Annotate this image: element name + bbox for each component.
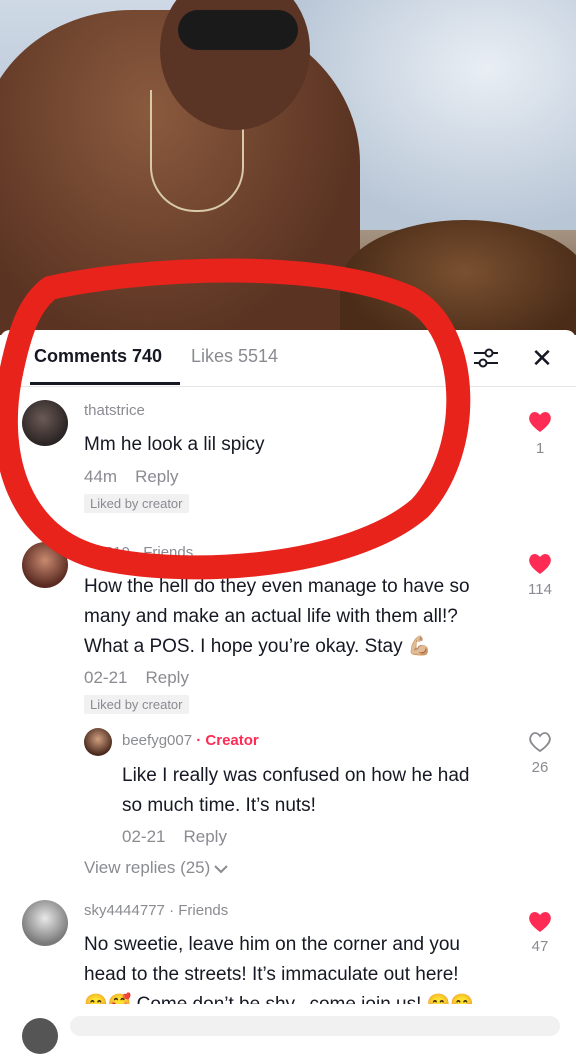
reply-time: 02-21 — [122, 827, 166, 846]
comment-username[interactable]: thatstrice — [84, 402, 145, 419]
comment-text-line: How the hell do they even manage to have… — [84, 576, 470, 597]
avatar[interactable] — [22, 542, 68, 588]
comments-sheet: Comments 740 Likes 5514 ✕ thatstrice Mm … — [0, 330, 576, 1024]
friends-label: · Friends — [134, 544, 194, 561]
reply-button[interactable]: Reply — [183, 827, 226, 846]
comment-text-line: No sweetie, leave him on the corner and … — [84, 934, 460, 955]
comment-text: Mm he look a lil spicy — [84, 434, 265, 455]
liked-by-creator-badge: Liked by creator — [84, 695, 189, 714]
like-count: 47 — [531, 938, 549, 955]
video-frame — [0, 0, 576, 335]
tab-bar: Comments 740 Likes 5514 ✕ — [0, 330, 576, 387]
comment-meta: 02-21 Reply — [84, 668, 189, 688]
view-replies-label: View replies (25) — [84, 858, 211, 877]
like-count: 26 — [531, 759, 549, 776]
friends-label: · Friends — [169, 902, 229, 919]
avatar[interactable] — [22, 900, 68, 946]
comment-input[interactable] — [70, 1016, 560, 1036]
reply-button[interactable]: Reply — [135, 467, 178, 486]
username-partial: ...0310 — [84, 544, 130, 561]
filter-icon[interactable] — [472, 346, 500, 370]
tab-indicator — [30, 382, 180, 385]
heart-icon[interactable] — [527, 552, 553, 576]
reply-button[interactable]: Reply — [145, 668, 188, 687]
reply-text-line: so much time. It’s nuts! — [122, 795, 316, 816]
tab-comments[interactable]: Comments 740 — [34, 346, 162, 367]
heart-icon[interactable] — [527, 410, 553, 434]
reply-text-line: Like I really was confused on how he had — [122, 765, 470, 786]
avatar[interactable] — [22, 400, 68, 446]
comment-username[interactable]: ...0310 · Friends — [84, 544, 193, 561]
like-count: 1 — [535, 440, 545, 457]
reply-username[interactable]: beefyg007 · Creator — [122, 732, 259, 749]
comment-text-line: many and make an actual life with them a… — [84, 606, 458, 627]
close-icon[interactable]: ✕ — [530, 344, 554, 372]
comment-text-line: head to the streets! It’s immaculate out… — [84, 964, 459, 985]
comment-username[interactable]: sky4444777 · Friends — [84, 902, 228, 919]
comment-time: 02-21 — [84, 668, 128, 687]
view-replies-button[interactable]: View replies (25) — [84, 858, 229, 878]
like-count: 114 — [528, 581, 552, 598]
avatar[interactable] — [84, 728, 112, 756]
liked-by-creator-badge: Liked by creator — [84, 494, 189, 513]
tab-likes[interactable]: Likes 5514 — [191, 346, 278, 367]
comment-text-line: What a POS. I hope you’re okay. Stay 💪🏼 — [84, 636, 432, 657]
username: beefyg007 — [122, 732, 193, 749]
heart-icon[interactable] — [527, 910, 553, 934]
chevron-down-icon — [214, 864, 229, 873]
reply-meta: 02-21 Reply — [122, 827, 227, 847]
heart-outline-icon[interactable] — [527, 730, 553, 754]
comment-meta: 44m Reply — [84, 467, 179, 487]
comment-time: 44m — [84, 467, 118, 486]
creator-label: · Creator — [196, 732, 259, 749]
username: sky4444777 — [84, 902, 165, 919]
avatar — [22, 1018, 58, 1054]
